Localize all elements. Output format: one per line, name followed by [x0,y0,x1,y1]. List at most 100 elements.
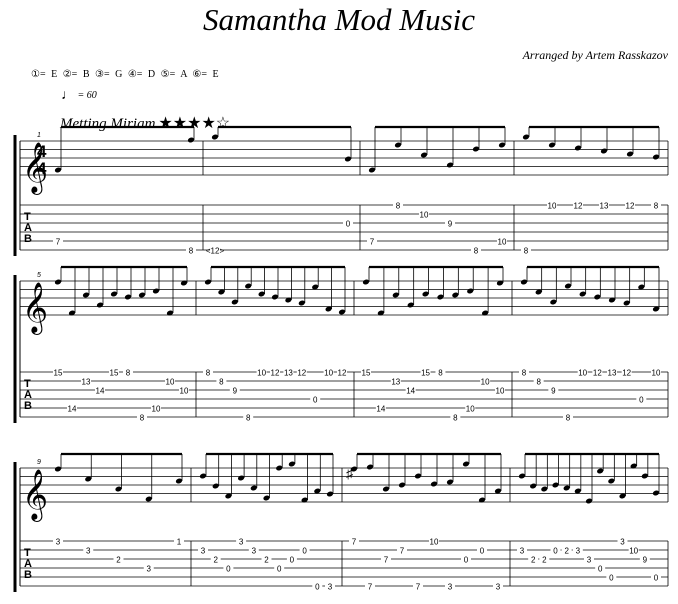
fret-number: 7 [400,547,405,556]
fret-number: 0 [654,574,659,583]
fret-number: 13 [284,369,293,378]
fret-number: 10 [420,211,429,220]
fret-number: 8 [396,202,401,211]
fret-number: 3 [86,547,91,556]
fret-number: 8 [453,414,458,423]
fret-number: 0 [480,547,485,556]
fret-number: 14 [96,387,105,396]
fret-number: 0 [315,583,320,592]
fret-number: 7 [56,238,61,247]
fret-number: 0 [346,220,351,229]
fret-number: 0 [598,565,603,574]
fret-number: 3 [56,538,61,547]
fret-number: 7 [352,538,357,547]
fret-number: 8 [474,247,479,256]
fret-number: 13 [600,202,609,211]
fret-number: 12 [271,369,280,378]
fret-number: 8 [522,369,527,378]
fret-number: 2 [213,556,218,565]
fret-number: 3 [496,583,501,592]
measure-number: 1 [37,132,41,139]
fret-number: 8 [654,202,659,211]
fret-number: 10 [652,369,661,378]
fret-number: 7 [370,238,375,247]
fret-number: 3 [620,538,625,547]
fret-number: 3 [328,583,333,592]
fret-number: 13 [608,369,617,378]
fret-number: 2 [116,556,121,565]
fret-number: 8 [219,378,224,387]
fret-number: 14 [406,387,415,396]
fret-number: 15 [110,369,119,378]
fret-number: 0 [313,396,318,405]
system-3: 𝄞9TAB332313203320000 3♯7777710300332 20 2 33… [13,452,669,592]
fret-number: 10 [498,238,507,247]
fret-number: 10 [629,547,638,556]
fret-number: 3 [147,565,152,574]
fret-number: 12 [622,369,631,378]
fret-number: 10 [152,405,161,414]
measure-number: 5 [37,272,41,279]
system-1: 𝄞1TAB4478 <12>078109810810 12 13 12 8 [13,125,669,256]
fret-number: 2 [564,547,569,556]
fret-number: 3 [239,538,244,547]
fret-number: 2 [531,556,536,565]
sheet-music: 𝄞1TAB4478 <12>078109810810 12 13 12 8𝄞5TAB151… [13,125,669,592]
fret-number: 8 [536,378,541,387]
fret-number: 13 [391,378,400,387]
fret-number: 12 [297,369,306,378]
fret-number: 8 [524,247,529,256]
fret-number: 0 [609,574,614,583]
fret-number: 12 [338,369,347,378]
fret-number: 10 [257,369,266,378]
fret-number: 10 [166,378,175,387]
fret-number: 8 [438,369,443,378]
fret-number: 1 [177,538,182,547]
fret-number: 7 [384,556,389,565]
fret-number: 10 [466,405,475,414]
fret-number: 7 [368,583,373,592]
fret-number: 10 [180,387,189,396]
fret-number: 15 [362,369,371,378]
tab-clef-letter: B [24,569,32,581]
fret-number: 8 [189,247,194,256]
fret-number: 0 [302,547,307,556]
measure-number: 9 [37,459,41,466]
fret-number: 0 [639,396,644,405]
time-signature: 4 [37,159,47,178]
fret-number: 9 [233,387,238,396]
fret-number: 9 [551,387,556,396]
fret-number: 3 [252,547,257,556]
fret-number: 9 [643,556,648,565]
fret-number: 0 [290,556,295,565]
tab-clef-letter: B [24,400,32,412]
fret-number: 14 [68,405,77,414]
fret-number: 14 [376,405,385,414]
fret-number: 13 [82,378,91,387]
system-2: 𝄞5TAB1514131415 88101010889810 12 13 12010 12… [13,265,669,423]
fret-number: 10 [430,538,439,547]
fret-number: 7 [416,583,421,592]
fret-number: 10 [481,378,490,387]
fret-number: 15 [54,369,63,378]
fret-number: 12 [626,202,635,211]
fret-number: 3 [201,547,206,556]
fret-number: 10 [548,202,557,211]
fret-number: 12 [593,369,602,378]
treble-clef-icon: 𝄞 [22,470,48,522]
fret-number: 3 [520,547,525,556]
fret-number: 8 [206,369,211,378]
fret-number: 0 [553,547,558,556]
fret-number: 10 [578,369,587,378]
fret-number: 10 [324,369,333,378]
fret-number: 0 [226,565,231,574]
treble-clef-icon: 𝄞 [22,283,48,335]
fret-number: 0 [464,556,469,565]
fret-number: 15 [421,369,430,378]
fret-number: 2 [264,556,269,565]
fret-number: 9 [448,220,453,229]
fret-number: 10 [496,387,505,396]
fret-number: 8 [140,414,145,423]
fret-number: 3 [576,547,581,556]
fret-number: 0 [277,565,282,574]
